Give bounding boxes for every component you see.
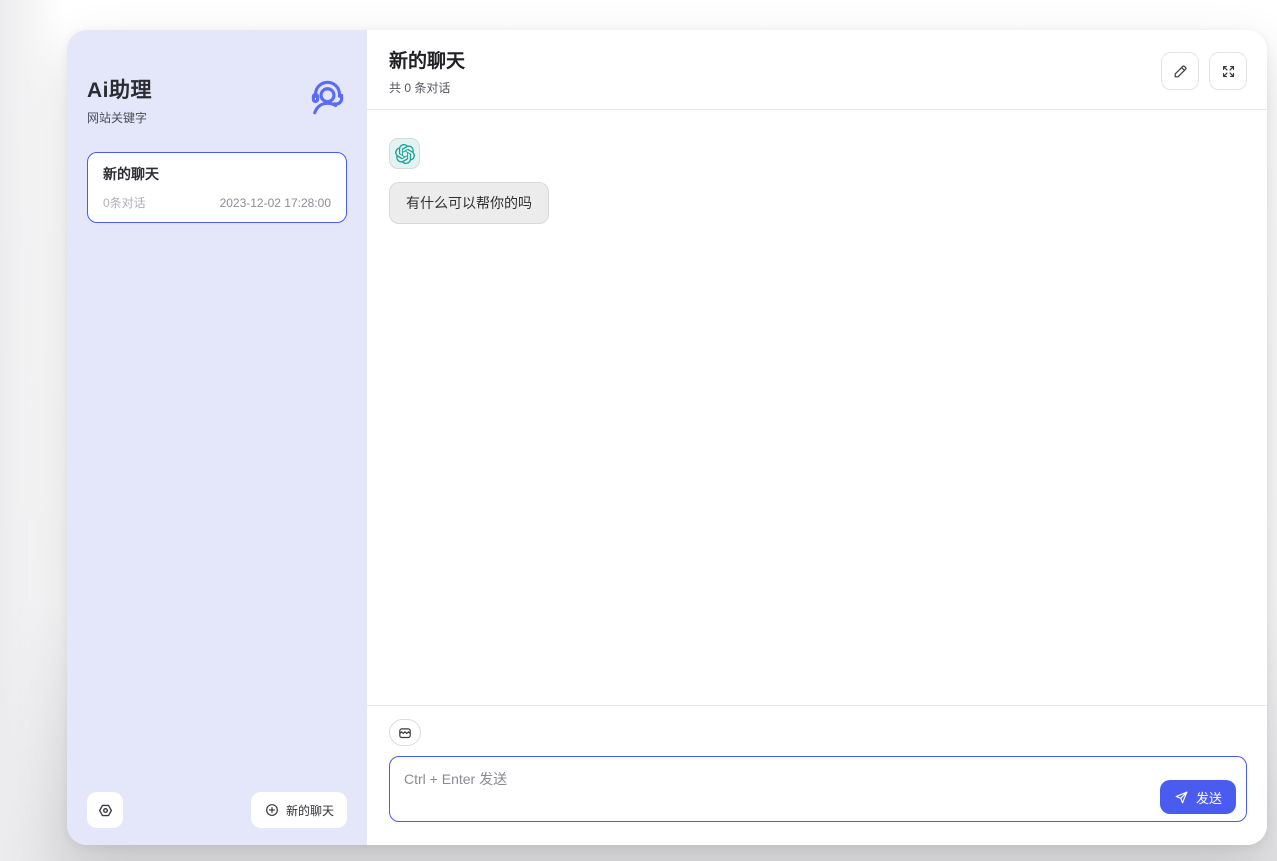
chat-panel: 新的聊天 共 0 条对话 [367, 30, 1267, 845]
assistant-avatar [389, 138, 420, 169]
paper-plane-icon [1174, 790, 1189, 805]
send-button[interactable]: 发送 [1160, 780, 1236, 814]
mask-button[interactable] [389, 719, 421, 746]
composer-toolbar [389, 719, 1247, 746]
sidebar-footer: 新的聊天 [87, 792, 347, 828]
assistant-message: 有什么可以帮你的吗 [389, 138, 1247, 224]
chat-item-title: 新的聊天 [103, 164, 331, 184]
assistant-message-bubble: 有什么可以帮你的吗 [389, 182, 549, 224]
chat-header-text: 新的聊天 共 0 条对话 [389, 46, 465, 96]
expand-icon [1220, 63, 1237, 80]
message-input[interactable] [389, 756, 1247, 822]
gear-icon [96, 801, 115, 820]
headset-agent-icon [305, 76, 347, 118]
sidebar-header: Ai助理 网站关键字 [87, 74, 347, 126]
openai-logo-icon [395, 144, 415, 164]
composer: 发送 [367, 705, 1267, 845]
chat-title: 新的聊天 [389, 46, 465, 73]
fullscreen-button[interactable] [1209, 52, 1247, 90]
chat-item-count: 0条对话 [103, 194, 146, 211]
new-chat-label: 新的聊天 [286, 802, 334, 819]
app-window: Ai助理 网站关键字 新的聊天 0条对话 2023-12-02 17:28:00 [67, 30, 1267, 845]
image-mask-icon [397, 725, 413, 741]
rename-chat-button[interactable] [1161, 52, 1199, 90]
chat-item-timestamp: 2023-12-02 17:28:00 [220, 196, 331, 210]
new-chat-button[interactable]: 新的聊天 [251, 792, 347, 828]
chat-list-item[interactable]: 新的聊天 0条对话 2023-12-02 17:28:00 [87, 152, 347, 223]
app-subtitle: 网站关键字 [87, 109, 152, 126]
pencil-icon [1172, 63, 1189, 80]
message-list: 有什么可以帮你的吗 [367, 110, 1267, 705]
chat-item-meta: 0条对话 2023-12-02 17:28:00 [103, 194, 331, 211]
app-title: Ai助理 [87, 74, 152, 104]
chat-header-actions [1161, 52, 1247, 90]
send-label: 发送 [1196, 788, 1222, 807]
plus-circle-icon [264, 802, 280, 818]
sidebar-header-text: Ai助理 网站关键字 [87, 74, 152, 126]
composer-input-wrap: 发送 [389, 756, 1247, 827]
settings-button[interactable] [87, 792, 123, 828]
chat-subtitle: 共 0 条对话 [389, 79, 465, 96]
chat-header: 新的聊天 共 0 条对话 [367, 30, 1267, 110]
sidebar: Ai助理 网站关键字 新的聊天 0条对话 2023-12-02 17:28:00 [67, 30, 367, 845]
